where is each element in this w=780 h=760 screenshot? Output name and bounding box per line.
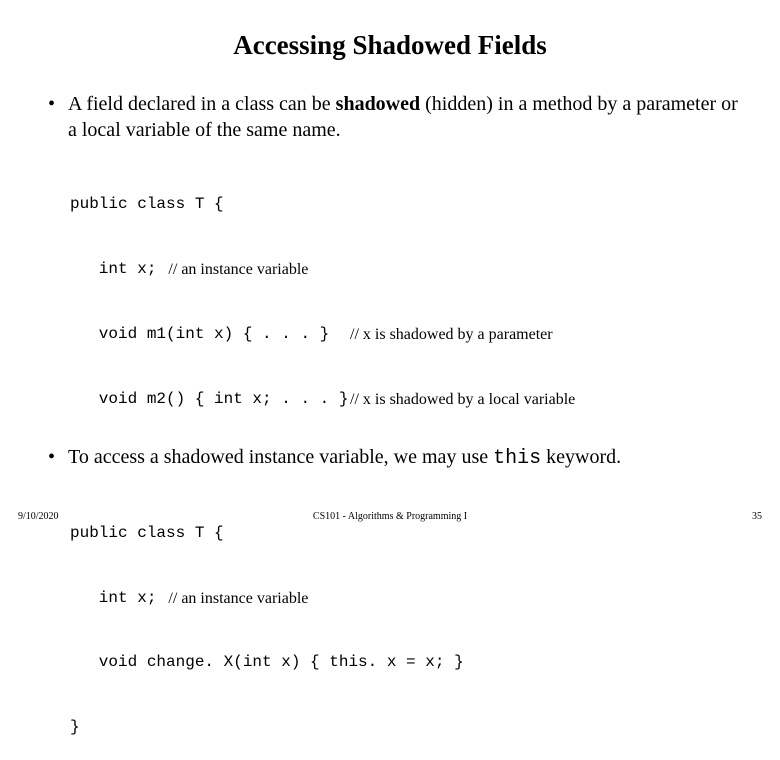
bullet-item-1: A field declared in a class can be shado… [48,91,760,143]
code-block-1: public class T { int x; // an instance v… [70,151,760,432]
bullet1-bold: shadowed [336,93,420,115]
code2-line2: int x; // an instance variable [70,588,760,610]
slide-footer: 9/10/2020 CS101 - Algorithms & Programmi… [0,511,780,522]
code1-l2-code: int x; [70,259,156,281]
footer-date: 9/10/2020 [18,511,59,522]
bullet-list-2: To access a shadowed instance variable, … [20,444,760,472]
bullet2-mono: this [493,447,541,470]
code2-line4: } [70,717,760,739]
code1-line3: void m1(int x) { . . . }// x is shadowed… [70,324,760,346]
code2-line3: void change. X(int x) { this. x = x; } [70,652,760,674]
code1-l3-comment: // x is shadowed by a parameter [350,324,553,346]
code1-l2-comment: // an instance variable [156,259,308,281]
code1-l4-code: void m2() { int x; . . . } [70,389,350,411]
code1-l4-comment: // x is shadowed by a local variable [350,389,575,411]
bullet2-text1: To access a shadowed instance variable, … [68,446,493,468]
bullet2-text2: keyword. [541,446,621,468]
code1-line2: int x; // an instance variable [70,259,760,281]
bullet-list: A field declared in a class can be shado… [20,91,760,143]
code1-l3-code: void m1(int x) { . . . } [70,324,350,346]
slide-title: Accessing Shadowed Fields [20,30,760,61]
footer-center: CS101 - Algorithms & Programming I [313,511,467,522]
code1-line4: void m2() { int x; . . . }// x is shadow… [70,389,760,411]
code2-l2-code: int x; [70,588,156,610]
code1-line1: public class T { [70,194,760,216]
bullet-item-2: To access a shadowed instance variable, … [48,444,760,472]
code2-l2-comment: // an instance variable [156,588,308,610]
footer-page: 35 [752,511,762,522]
code2-line1: public class T { [70,523,760,545]
bullet1-text1: A field declared in a class can be [68,93,336,115]
